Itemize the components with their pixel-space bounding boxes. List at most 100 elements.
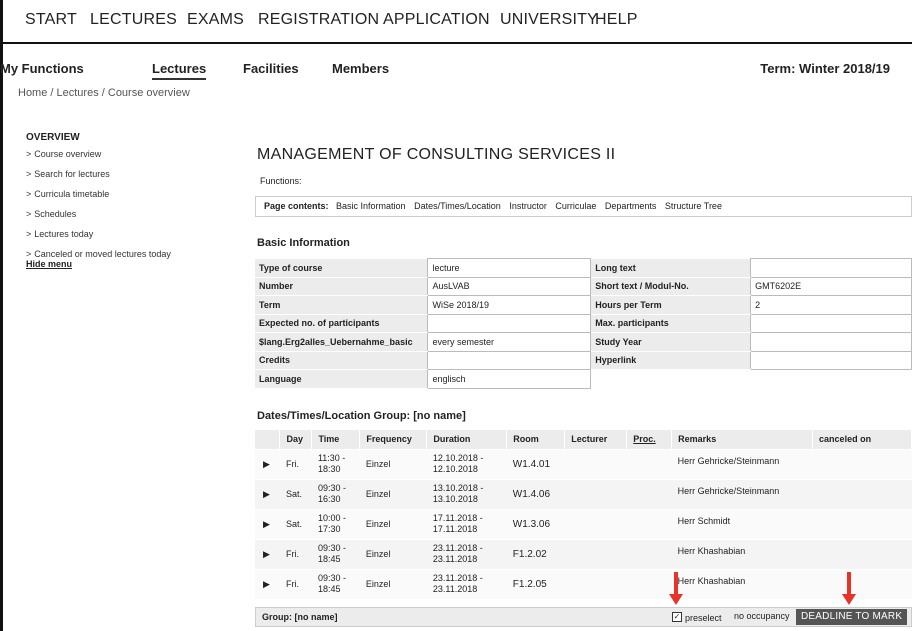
table-row: Expected no. of participants Max. partic… xyxy=(255,313,912,333)
dates-title: Dates/Times/Location Group: [no name] xyxy=(257,410,466,422)
nav-registration[interactable]: REGISTRATION xyxy=(258,11,379,29)
table-row: ▶ Sat. 09:30 - 16:30 Einzel 13.10.2018 -… xyxy=(255,478,912,509)
subnav-facilities[interactable]: Facilities xyxy=(243,61,299,76)
cell-room[interactable]: W1.3.06 xyxy=(506,508,565,539)
preselect-label: preselect xyxy=(685,613,722,623)
page-contents-label: Page contents: xyxy=(264,201,329,211)
table-row: Credits Hyperlink xyxy=(255,350,912,370)
nav-exams[interactable]: EXAMS xyxy=(187,11,244,29)
col-header-remarks: Remarks xyxy=(671,430,814,449)
table-header-row: Day Time Frequency Duration Room Lecture… xyxy=(255,430,912,449)
table-row: ▶ Sat. 10:00 - 17:30 Einzel 17.11.2018 -… xyxy=(255,508,912,539)
chevron-right-icon: > xyxy=(26,229,32,239)
chevron-right-icon: > xyxy=(26,189,32,199)
expand-triangle-icon[interactable]: ▶ xyxy=(255,448,280,479)
cell-day: Fri. xyxy=(279,448,312,479)
subnav-lectures[interactable]: Lectures xyxy=(152,61,207,80)
subnav-members[interactable]: Members xyxy=(332,61,389,76)
sidebar-item-lectures-today[interactable]: > Lectures today xyxy=(26,227,226,247)
cell-lecturer xyxy=(564,448,627,479)
sidebar-heading: OVERVIEW xyxy=(26,132,80,143)
nav-help[interactable]: HELP xyxy=(595,11,638,29)
table-row: ▶ Fri. 09:30 - 18:45 Einzel 23.11.2018 -… xyxy=(255,568,912,599)
info-value xyxy=(427,350,592,370)
deadline-to-mark-button[interactable]: DEADLINE TO MARK xyxy=(796,609,908,625)
info-label: Language xyxy=(255,369,428,389)
expand-triangle-icon[interactable]: ▶ xyxy=(255,508,280,539)
cell-duration: 12.10.2018 - 12.10.2018 xyxy=(426,448,507,479)
info-value xyxy=(427,313,592,333)
cell-canceled-on xyxy=(812,448,912,479)
col-header-canceled-on: canceled on xyxy=(812,430,912,449)
info-value xyxy=(750,258,912,278)
expand-triangle-icon[interactable]: ▶ xyxy=(255,478,280,509)
sidebar-item-label: Lectures today xyxy=(34,229,94,239)
page-link-basic-information[interactable]: Basic Information xyxy=(336,201,406,211)
info-label: Max. participants xyxy=(590,314,751,333)
no-occupancy-label: no occupancy xyxy=(734,611,790,621)
info-value: 2 xyxy=(750,295,912,315)
sidebar-item-label: Search for lectures xyxy=(34,169,110,179)
cell-lecturer xyxy=(564,478,627,509)
info-label: Type of course xyxy=(255,258,428,278)
cell-time: 11:30 - 18:30 xyxy=(311,448,360,479)
cell-room[interactable]: W1.4.06 xyxy=(506,478,565,509)
cell-remarks: Herr Khashabian xyxy=(671,538,813,569)
table-row: Language englisch xyxy=(255,369,912,389)
cell-day: Fri. xyxy=(279,568,312,599)
info-value: WiSe 2018/19 xyxy=(427,295,592,315)
cell-remarks: Herr Gehricke/Steinmann xyxy=(671,478,813,509)
chevron-right-icon: > xyxy=(26,209,32,219)
cell-room[interactable]: W1.4.01 xyxy=(506,448,565,479)
group-label: Group: [no name] xyxy=(262,612,338,622)
cell-proc xyxy=(626,538,672,569)
sidebar-item-curricula-timetable[interactable]: > Curricula timetable xyxy=(26,187,226,207)
info-value: every semester xyxy=(427,332,592,352)
cell-canceled-on xyxy=(812,568,912,599)
chevron-right-icon: > xyxy=(26,169,32,179)
cell-time: 09:30 - 16:30 xyxy=(311,478,360,509)
col-header-proc[interactable]: Proc. xyxy=(626,430,673,449)
cell-room[interactable]: F1.2.02 xyxy=(506,538,565,569)
sidebar-item-label: Canceled or moved lectures today xyxy=(34,249,171,259)
expand-triangle-icon[interactable]: ▶ xyxy=(255,538,280,569)
col-header-day: Day xyxy=(279,430,313,449)
sidebar-item-search-lectures[interactable]: > Search for lectures xyxy=(26,167,226,187)
expand-triangle-icon[interactable]: ▶ xyxy=(255,568,280,599)
preselect-checkbox[interactable]: ✓ xyxy=(672,612,682,622)
page-link-curriculae[interactable]: Curriculae xyxy=(555,201,596,211)
info-label: Short text / Modul-No. xyxy=(590,277,751,296)
table-row: Number AusLVAB Short text / Modul-No. GM… xyxy=(255,276,912,296)
cell-canceled-on xyxy=(812,538,912,569)
info-value xyxy=(750,313,912,333)
page-link-structure-tree[interactable]: Structure Tree xyxy=(665,201,722,211)
cell-room[interactable]: F1.2.05 xyxy=(506,568,565,599)
info-label: Study Year xyxy=(590,332,751,352)
nav-start[interactable]: START xyxy=(25,11,77,29)
info-value: lecture xyxy=(427,258,592,278)
cell-time: 09:30 - 18:45 xyxy=(311,568,360,599)
col-header-room: Room xyxy=(506,430,566,449)
sidebar-item-schedules[interactable]: > Schedules xyxy=(26,207,226,227)
info-label: Credits xyxy=(255,351,428,370)
sidebar-item-course-overview[interactable]: > Course overview xyxy=(26,147,226,167)
breadcrumb[interactable]: Home / Lectures / Course overview xyxy=(18,87,190,99)
nav-application[interactable]: APPLICATION xyxy=(383,11,490,29)
subnav-my-functions[interactable]: My Functions xyxy=(0,61,84,76)
table-row: ▶ Fri. 09:30 - 18:45 Einzel 23.11.2018 -… xyxy=(255,538,912,569)
cell-day: Sat. xyxy=(279,478,312,509)
table-row: Type of course lecture Long text xyxy=(255,258,912,278)
table-row: ▶ Fri. 11:30 - 18:30 Einzel 12.10.2018 -… xyxy=(255,448,912,479)
basic-info-title: Basic Information xyxy=(257,237,350,249)
nav-university[interactable]: UNIVERSITY xyxy=(500,11,598,29)
nav-lectures[interactable]: LECTURES xyxy=(90,11,177,29)
table-row: $lang.Erg2alles_Uebernahme_basic every s… xyxy=(255,332,912,352)
sidebar: OVERVIEW > Course overview > Search for le… xyxy=(26,132,226,269)
info-label: Term xyxy=(255,295,428,315)
col-header-time: Time xyxy=(311,430,361,449)
cell-frequency: Einzel xyxy=(359,478,427,509)
page-link-departments[interactable]: Departments xyxy=(605,201,657,211)
info-value: englisch xyxy=(427,369,592,389)
page-link-instructor[interactable]: Instructor xyxy=(509,201,547,211)
page-link-dates[interactable]: Dates/Times/Location xyxy=(414,201,501,211)
